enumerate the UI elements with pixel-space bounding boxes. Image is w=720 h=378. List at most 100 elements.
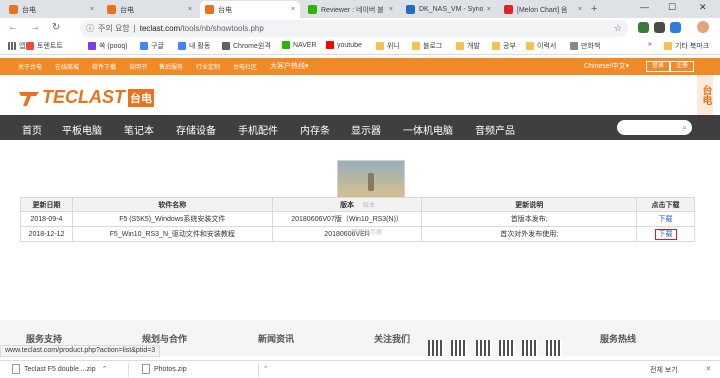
- site-search-input[interactable]: ⌕: [617, 120, 692, 135]
- nav-audio[interactable]: 音频产品: [475, 122, 515, 137]
- download-link-highlighted[interactable]: 下载: [654, 229, 677, 240]
- login-button[interactable]: 登录: [646, 61, 671, 72]
- bookmark-item[interactable]: 구글: [140, 41, 164, 51]
- preview-figure: [368, 173, 374, 191]
- browser-tab[interactable]: [Melon Chart] 음 ×: [499, 1, 587, 18]
- browser-tab[interactable]: Reviewer : 네이버 블 ×: [303, 1, 398, 18]
- profile-avatar[interactable]: [697, 21, 709, 33]
- nav-accessories[interactable]: 手机配件: [238, 122, 278, 137]
- hotline-label: 大客户热线: [270, 63, 305, 70]
- browser-tab[interactable]: DK_NAS_VM - Synol ×: [401, 1, 496, 18]
- nav-memory[interactable]: 内存条: [300, 122, 330, 137]
- header-version: 版本: [271, 197, 423, 212]
- forward-button[interactable]: →: [30, 22, 40, 33]
- bookmark-folder[interactable]: 블로그: [412, 41, 442, 51]
- top-link-custom[interactable]: 行业定制: [196, 62, 220, 71]
- tab-close-icon[interactable]: ×: [389, 6, 393, 13]
- naver-icon: [282, 41, 290, 49]
- bookmark-label: 이력서: [537, 43, 557, 50]
- header-note: 更新说明: [421, 197, 638, 212]
- cell-name: F5 (S5K5)_Windows系统安装文件: [71, 211, 273, 227]
- top-link-about[interactable]: 关于台电: [18, 62, 42, 71]
- side-float-tab[interactable]: 台电: [697, 75, 713, 115]
- header-download: 点击下载: [636, 197, 695, 212]
- browser-tab-active[interactable]: 台电 ×: [200, 1, 300, 18]
- bookmark-folder[interactable]: 이력서: [526, 41, 556, 51]
- back-button[interactable]: ←: [8, 22, 18, 33]
- bookmark-item[interactable]: 토렌트트: [26, 41, 63, 51]
- bookmark-label: 공부: [503, 43, 516, 50]
- footer-heading-support: 服务支持: [26, 334, 63, 344]
- bookmark-apps[interactable]: 앱: [8, 41, 25, 51]
- bookmark-item[interactable]: youtube: [326, 41, 362, 49]
- download-item[interactable]: Photos.zip ⌃: [142, 364, 269, 374]
- search-icon[interactable]: ⌕: [682, 122, 687, 133]
- bookmark-folder[interactable]: 개발: [456, 41, 480, 51]
- download-item[interactable]: Teclast F5 double....zip ⌃: [12, 364, 107, 374]
- close-icon[interactable]: ×: [706, 364, 711, 373]
- extension-icon[interactable]: [670, 22, 681, 33]
- bookmark-item[interactable]: Chrome원격: [222, 41, 271, 51]
- minimize-button[interactable]: —: [640, 2, 649, 12]
- url-domain: teclast.com: [139, 24, 181, 33]
- google-icon: [178, 42, 186, 50]
- tab-close-icon[interactable]: ×: [578, 6, 582, 13]
- tab-close-icon[interactable]: ×: [188, 6, 192, 13]
- chevron-up-icon[interactable]: ⌃: [102, 365, 108, 373]
- extension-icon[interactable]: [638, 22, 649, 33]
- bookmark-item[interactable]: NAVER: [282, 41, 317, 49]
- top-link-hotline[interactable]: 大客户热线▾: [270, 61, 309, 71]
- tab-title: 台电: [22, 6, 36, 14]
- show-all-downloads-button[interactable]: 전체 보기: [650, 365, 678, 375]
- bookmark-folder-other[interactable]: 기타 북마크: [664, 41, 709, 51]
- bookmark-label: 앱: [19, 43, 26, 50]
- top-link-community[interactable]: 台电社区: [233, 62, 257, 71]
- naver-blog-favicon-icon: [308, 5, 317, 14]
- reload-button[interactable]: ↻: [52, 22, 60, 33]
- browser-tab[interactable]: 台电 ×: [4, 1, 99, 18]
- bookmark-label: 구글: [151, 43, 164, 50]
- bookmark-star-icon[interactable]: ☆: [614, 23, 622, 34]
- nav-tablet[interactable]: 平板电脑: [62, 122, 102, 137]
- bookmark-folder[interactable]: 위니: [376, 41, 400, 51]
- bookmark-item[interactable]: 만화책: [570, 41, 600, 51]
- bookmark-folder[interactable]: 공부: [492, 41, 516, 51]
- bookmark-label: 기타 북마크: [675, 43, 710, 50]
- cell-date: 2018-09-4: [20, 211, 73, 227]
- download-filename: Photos.zip: [154, 365, 187, 373]
- nav-monitor[interactable]: 显示器: [351, 122, 381, 137]
- bookmark-item[interactable]: 쏙 (pooq): [88, 41, 128, 51]
- bookmark-item[interactable]: 내 활동: [178, 41, 210, 51]
- teclast-logo[interactable]: TECLAST 台电: [18, 87, 154, 108]
- qr-code-icon: [522, 340, 538, 356]
- close-window-button[interactable]: ✕: [699, 2, 707, 13]
- top-link-service[interactable]: 售后服务: [159, 62, 183, 71]
- qr-code-icon: [476, 340, 492, 356]
- tab-close-icon[interactable]: ×: [90, 6, 94, 13]
- tab-title: [Melon Chart] 음: [517, 6, 568, 14]
- extension-icon[interactable]: [654, 22, 665, 33]
- top-link-shop[interactable]: 在线商城: [55, 62, 79, 71]
- download-link[interactable]: 下载: [659, 216, 673, 223]
- nav-home[interactable]: 首页: [22, 122, 42, 137]
- nav-storage[interactable]: 存储设备: [176, 122, 216, 137]
- address-bar[interactable]: ⓘ 주의 요함 | teclast.com /tools/nb/showtool…: [80, 20, 628, 37]
- bookmarks-overflow-icon[interactable]: »: [648, 41, 652, 48]
- folder-icon: [412, 42, 420, 50]
- nav-laptop[interactable]: 笔记本: [124, 122, 154, 137]
- chevron-up-icon[interactable]: ⌃: [263, 365, 269, 373]
- new-tab-button[interactable]: +: [591, 3, 597, 15]
- brand-name: TECLAST: [42, 87, 125, 107]
- nav-aio[interactable]: 一体机电脑: [403, 122, 453, 137]
- top-link-manual[interactable]: 说明书: [129, 62, 147, 71]
- tab-close-icon[interactable]: ×: [291, 6, 295, 13]
- download-filename: Teclast F5 double....zip: [24, 365, 96, 373]
- browser-tab[interactable]: 台电 ×: [102, 1, 197, 18]
- tab-close-icon[interactable]: ×: [487, 6, 491, 13]
- top-link-software[interactable]: 软件下载: [92, 62, 116, 71]
- register-button[interactable]: 注册: [670, 61, 695, 72]
- info-icon[interactable]: ⓘ: [86, 23, 94, 34]
- language-selector[interactable]: Chinese/中文▾: [584, 61, 629, 71]
- bookmarks-bar: 앱 토렌트트 쏙 (pooq) 구글 내 활동 Chrome원격 NAVER y…: [0, 39, 720, 55]
- maximize-button[interactable]: ☐: [668, 2, 676, 13]
